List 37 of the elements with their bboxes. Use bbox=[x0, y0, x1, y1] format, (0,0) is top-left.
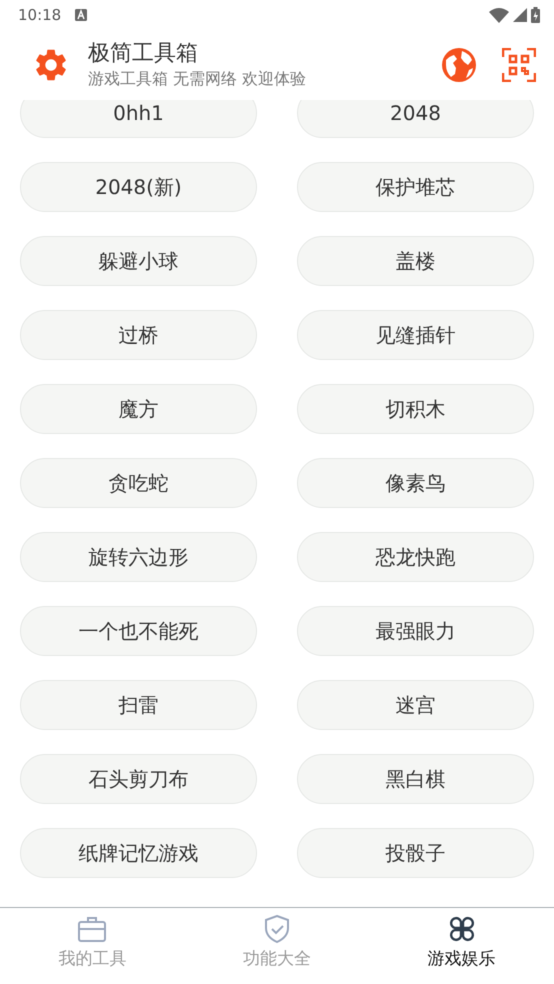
game-button[interactable]: 纸牌记忆游戏 bbox=[20, 828, 257, 878]
wifi-icon bbox=[489, 8, 509, 22]
game-button[interactable]: 投骰子 bbox=[297, 828, 534, 878]
app-subtitle: 游戏工具箱 无需网络 欢迎体验 bbox=[88, 68, 308, 90]
game-button[interactable]: 黑白棋 bbox=[297, 754, 534, 804]
qr-scan-button[interactable] bbox=[502, 48, 536, 82]
game-button[interactable]: 恐龙快跑 bbox=[297, 532, 534, 582]
status-time: 10:18 bbox=[18, 6, 62, 24]
game-button[interactable]: 0hh1 bbox=[20, 100, 257, 138]
game-button[interactable]: 2048 bbox=[297, 100, 534, 138]
globe-icon bbox=[440, 46, 478, 84]
game-button[interactable]: 像素鸟 bbox=[297, 458, 534, 508]
game-button[interactable]: 扫雷 bbox=[20, 680, 257, 730]
game-button[interactable]: 贪吃蛇 bbox=[20, 458, 257, 508]
game-button[interactable]: 最强眼力 bbox=[297, 606, 534, 656]
game-button[interactable]: 过桥 bbox=[20, 310, 257, 360]
signal-icon bbox=[513, 8, 527, 22]
globe-button[interactable] bbox=[440, 46, 478, 84]
app-title: 极简工具箱 bbox=[88, 40, 199, 68]
game-button[interactable]: 旋转六边形 bbox=[20, 532, 257, 582]
notification-icon bbox=[75, 9, 88, 21]
game-button[interactable]: 一个也不能死 bbox=[20, 606, 257, 656]
game-button[interactable]: 魔方 bbox=[20, 384, 257, 434]
game-button[interactable]: 保护堆芯 bbox=[297, 162, 534, 212]
game-button[interactable]: 切积木 bbox=[297, 384, 534, 434]
game-button[interactable]: 盖楼 bbox=[297, 236, 534, 286]
toolbox-icon bbox=[78, 916, 106, 942]
game-button[interactable]: 石头剪刀布 bbox=[20, 754, 257, 804]
game-button[interactable]: 躲避小球 bbox=[20, 236, 257, 286]
nav-tab[interactable]: 游戏娱乐 bbox=[369, 908, 554, 984]
shield-check-icon bbox=[264, 915, 290, 943]
clover-icon bbox=[448, 916, 475, 942]
battery-icon bbox=[531, 7, 540, 23]
game-button[interactable]: 2048(新) bbox=[20, 162, 257, 212]
qr-scan-icon bbox=[502, 48, 536, 82]
game-button[interactable]: 见缝插针 bbox=[297, 310, 534, 360]
game-button[interactable]: 迷宫 bbox=[297, 680, 534, 730]
